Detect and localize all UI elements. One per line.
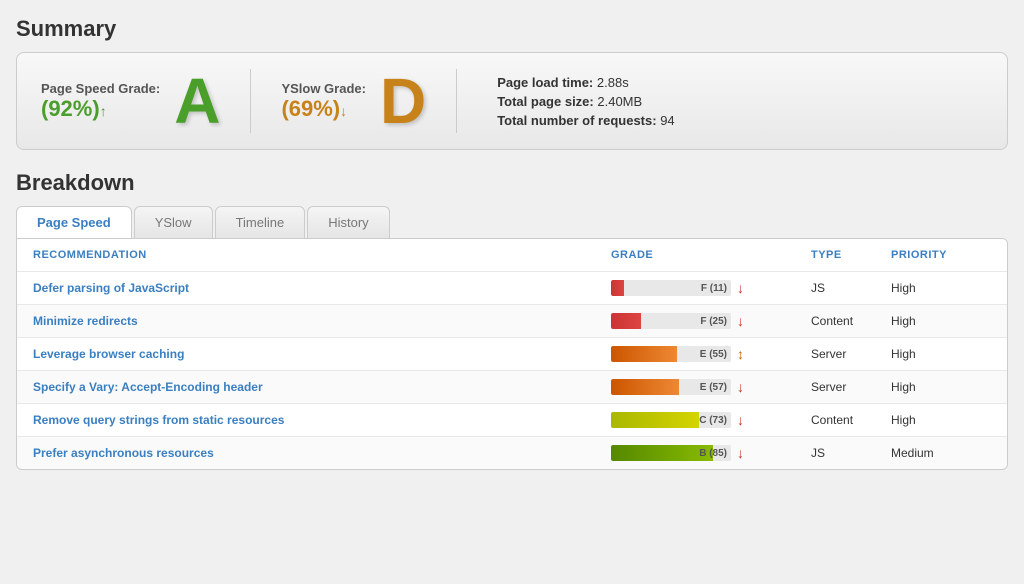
table-row: Minimize redirects F (25) ↓ Content High — [17, 304, 1007, 337]
grade-bar-cell: F (25) ↓ — [611, 313, 811, 329]
bar-fill — [611, 280, 624, 296]
table-row: Remove query strings from static resourc… — [17, 403, 1007, 436]
tab-history[interactable]: History — [307, 206, 389, 238]
bar-label: F (25) — [700, 316, 727, 327]
rec-text: Prefer asynchronous resources — [33, 446, 611, 460]
stats-block: Page load time: 2.88s Total page size: 2… — [487, 75, 674, 128]
bar-label: C (73) — [699, 415, 727, 426]
summary-title: Summary — [16, 16, 1008, 42]
yslow-label: YSlow Grade: — [281, 81, 366, 96]
bar-label: B (85) — [699, 448, 727, 459]
type-text: Server — [811, 380, 891, 394]
table-row: Prefer asynchronous resources B (85) ↓ J… — [17, 436, 1007, 469]
bar-fill — [611, 379, 679, 395]
grade-arrow: ↓ — [737, 379, 744, 395]
breakdown-table-card: RECOMMENDATION GRADE TYPE PRIORITY Defer… — [16, 238, 1008, 470]
bar-label: E (57) — [700, 382, 727, 393]
rec-text: Specify a Vary: Accept-Encoding header — [33, 380, 611, 394]
tabs-container: Page Speed YSlow Timeline History — [16, 206, 1008, 238]
rec-text: Defer parsing of JavaScript — [33, 281, 611, 295]
col-type: TYPE — [811, 249, 891, 261]
table-rows: Defer parsing of JavaScript F (11) ↓ JS … — [17, 271, 1007, 469]
bar-fill — [611, 313, 641, 329]
priority-text: High — [891, 380, 991, 394]
bar-wrapper: F (11) — [611, 280, 731, 296]
grade-bar-cell: E (55) ↕ — [611, 346, 811, 362]
grade-bar-cell: C (73) ↓ — [611, 412, 811, 428]
load-time-stat: Page load time: 2.88s — [497, 75, 674, 90]
bar-fill — [611, 346, 677, 362]
bar-wrapper: F (25) — [611, 313, 731, 329]
pagespeed-arrow: ↑ — [100, 103, 107, 119]
grade-arrow: ↕ — [737, 346, 744, 362]
yslow-block: YSlow Grade: (69%)↓ D — [281, 69, 457, 133]
pagespeed-block: Page Speed Grade: (92%)↑ A — [41, 69, 251, 133]
pagespeed-letter: A — [174, 69, 220, 133]
requests-stat: Total number of requests: 94 — [497, 113, 674, 128]
type-text: Server — [811, 347, 891, 361]
bar-fill — [611, 412, 699, 428]
breakdown-title: Breakdown — [16, 170, 1008, 196]
type-text: Content — [811, 314, 891, 328]
table-row: Specify a Vary: Accept-Encoding header E… — [17, 370, 1007, 403]
bar-wrapper: B (85) — [611, 445, 731, 461]
rec-text: Minimize redirects — [33, 314, 611, 328]
type-text: JS — [811, 281, 891, 295]
yslow-arrow: ↓ — [340, 103, 347, 119]
grade-arrow: ↓ — [737, 445, 744, 461]
table-header: RECOMMENDATION GRADE TYPE PRIORITY — [17, 239, 1007, 271]
grade-arrow: ↓ — [737, 412, 744, 428]
table-row: Defer parsing of JavaScript F (11) ↓ JS … — [17, 271, 1007, 304]
tab-pagespeed[interactable]: Page Speed — [16, 206, 132, 238]
bar-wrapper: C (73) — [611, 412, 731, 428]
breakdown-section: Breakdown Page Speed YSlow Timeline Hist… — [16, 170, 1008, 470]
col-recommendation: RECOMMENDATION — [33, 249, 611, 261]
priority-text: High — [891, 347, 991, 361]
priority-text: High — [891, 413, 991, 427]
summary-section: Summary Page Speed Grade: (92%)↑ A YSlow… — [16, 16, 1008, 150]
table-row: Leverage browser caching E (55) ↕ Server… — [17, 337, 1007, 370]
rec-text: Leverage browser caching — [33, 347, 611, 361]
col-priority: PRIORITY — [891, 249, 991, 261]
tab-timeline[interactable]: Timeline — [215, 206, 306, 238]
rec-text: Remove query strings from static resourc… — [33, 413, 611, 427]
grade-bar-cell: B (85) ↓ — [611, 445, 811, 461]
bar-label: E (55) — [700, 349, 727, 360]
col-grade: GRADE — [611, 249, 811, 261]
priority-text: High — [891, 281, 991, 295]
grade-bar-cell: F (11) ↓ — [611, 280, 811, 296]
grade-bar-cell: E (57) ↓ — [611, 379, 811, 395]
yslow-letter: D — [380, 69, 426, 133]
grade-arrow: ↓ — [737, 280, 744, 296]
bar-wrapper: E (57) — [611, 379, 731, 395]
bar-wrapper: E (55) — [611, 346, 731, 362]
priority-text: Medium — [891, 446, 991, 460]
pagespeed-pct: (92%)↑ — [41, 96, 160, 122]
priority-text: High — [891, 314, 991, 328]
bar-label: F (11) — [701, 283, 727, 294]
tab-yslow[interactable]: YSlow — [134, 206, 213, 238]
pagespeed-label: Page Speed Grade: — [41, 81, 160, 96]
type-text: JS — [811, 446, 891, 460]
grade-arrow: ↓ — [737, 313, 744, 329]
summary-card: Page Speed Grade: (92%)↑ A YSlow Grade: … — [16, 52, 1008, 150]
page-size-stat: Total page size: 2.40MB — [497, 94, 674, 109]
bar-fill — [611, 445, 713, 461]
type-text: Content — [811, 413, 891, 427]
yslow-pct: (69%)↓ — [281, 96, 366, 122]
